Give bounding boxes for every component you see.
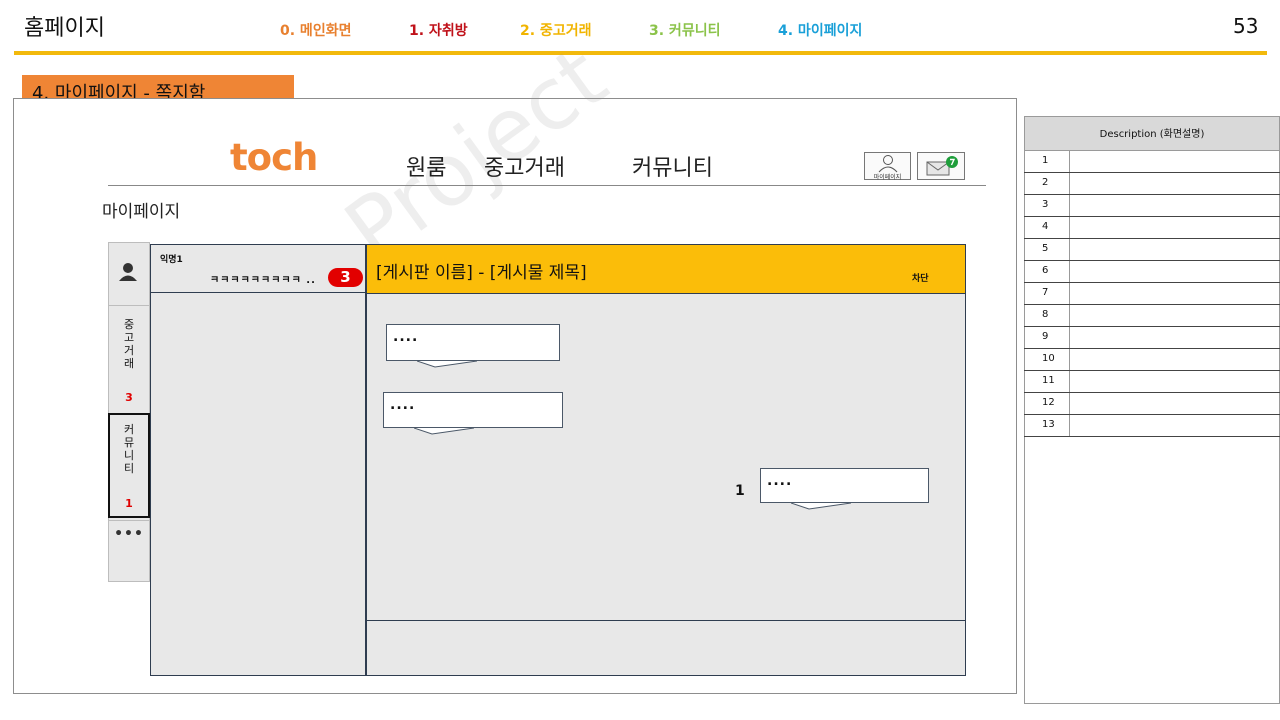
user-icon xyxy=(878,155,898,173)
message-bubble: .... xyxy=(383,392,563,435)
bubble-tail xyxy=(417,360,477,368)
description-row-number: 9 xyxy=(1024,327,1070,348)
unread-badge: 3 xyxy=(328,268,363,287)
description-row: 8 xyxy=(1024,305,1280,327)
description-row-number: 1 xyxy=(1024,151,1070,172)
description-row: 5 xyxy=(1024,239,1280,261)
description-row: 10 xyxy=(1024,349,1280,371)
description-row: 9 xyxy=(1024,327,1280,349)
message-text: .... xyxy=(393,329,419,345)
nav-tab-mypage[interactable]: 4. 마이페이지 xyxy=(778,20,862,40)
description-row: 7 xyxy=(1024,283,1280,305)
block-button[interactable]: 차단 xyxy=(912,271,929,284)
description-row: 4 xyxy=(1024,217,1280,239)
description-row-number: 10 xyxy=(1024,349,1070,370)
description-row-number: 6 xyxy=(1024,261,1070,282)
nav-tab-room[interactable]: 1. 자취방 xyxy=(409,20,468,40)
nav-tab-main[interactable]: 0. 메인화면 xyxy=(280,20,351,40)
chat-panel xyxy=(366,244,966,676)
message-text: .... xyxy=(390,397,416,413)
description-row-number: 7 xyxy=(1024,283,1070,304)
tab-used-trade-count: 3 xyxy=(125,391,133,404)
description-row-number: 13 xyxy=(1024,415,1070,436)
tab-used-trade-label[interactable]: 중 고 거 래 xyxy=(108,318,150,370)
chat-title: [게시판 이름] - [게시물 제목] xyxy=(376,263,587,283)
nav-tab-community[interactable]: 3. 커뮤니티 xyxy=(649,20,720,40)
description-row-number: 11 xyxy=(1024,371,1070,392)
menu-community[interactable]: 커뮤니티 xyxy=(632,150,713,182)
description-row-number: 12 xyxy=(1024,393,1070,414)
bubble-tail xyxy=(791,502,851,510)
tab-profile[interactable] xyxy=(108,242,150,306)
conversation-preview: ㅋㅋㅋㅋㅋㅋㅋㅋㅋ .. xyxy=(210,275,316,286)
description-row-number: 4 xyxy=(1024,217,1070,238)
description-row: 3 xyxy=(1024,195,1280,217)
message-button[interactable] xyxy=(917,152,965,180)
description-row: 2 xyxy=(1024,173,1280,195)
description-header: Description (화면설명) xyxy=(1024,116,1280,151)
site-logo[interactable]: toch xyxy=(230,136,318,179)
header-divider xyxy=(14,51,1267,55)
message-text: .... xyxy=(767,473,793,489)
page-number: 53 xyxy=(1233,14,1259,38)
mypage-heading: 마이페이지 xyxy=(102,202,181,222)
mypage-button[interactable]: 마이페이지 xyxy=(864,152,911,181)
menu-oneroom[interactable]: 원룸 xyxy=(406,150,446,182)
description-row: 11 xyxy=(1024,371,1280,393)
description-row-number: 3 xyxy=(1024,195,1070,216)
message-bubble: .... xyxy=(386,324,560,368)
conversation-list xyxy=(150,244,366,676)
page-title: 홈페이지 xyxy=(24,16,105,41)
description-row-number: 2 xyxy=(1024,173,1070,194)
mypage-button-label: 마이페이지 xyxy=(873,174,902,181)
message-unread-count: 1 xyxy=(735,483,745,499)
mail-icon xyxy=(926,156,958,176)
site-header-divider xyxy=(108,185,986,186)
message-bubble-mine: .... xyxy=(760,468,929,510)
chat-input-area[interactable] xyxy=(366,620,966,676)
menu-used-trade[interactable]: 중고거래 xyxy=(484,150,565,182)
tab-community-count: 1 xyxy=(125,497,133,510)
person-icon xyxy=(119,263,137,281)
more-tabs-button[interactable]: ••• xyxy=(108,520,150,552)
description-row-number: 8 xyxy=(1024,305,1070,326)
description-row: 1 xyxy=(1024,151,1280,173)
tab-community-label: 커 뮤 니 티 xyxy=(123,423,135,475)
description-row: 12 xyxy=(1024,393,1280,415)
conversation-sender: 익명1 xyxy=(160,255,183,265)
description-row-number: 5 xyxy=(1024,239,1070,260)
description-row: 13 xyxy=(1024,415,1280,437)
description-row: 6 xyxy=(1024,261,1280,283)
bubble-tail xyxy=(414,427,474,435)
